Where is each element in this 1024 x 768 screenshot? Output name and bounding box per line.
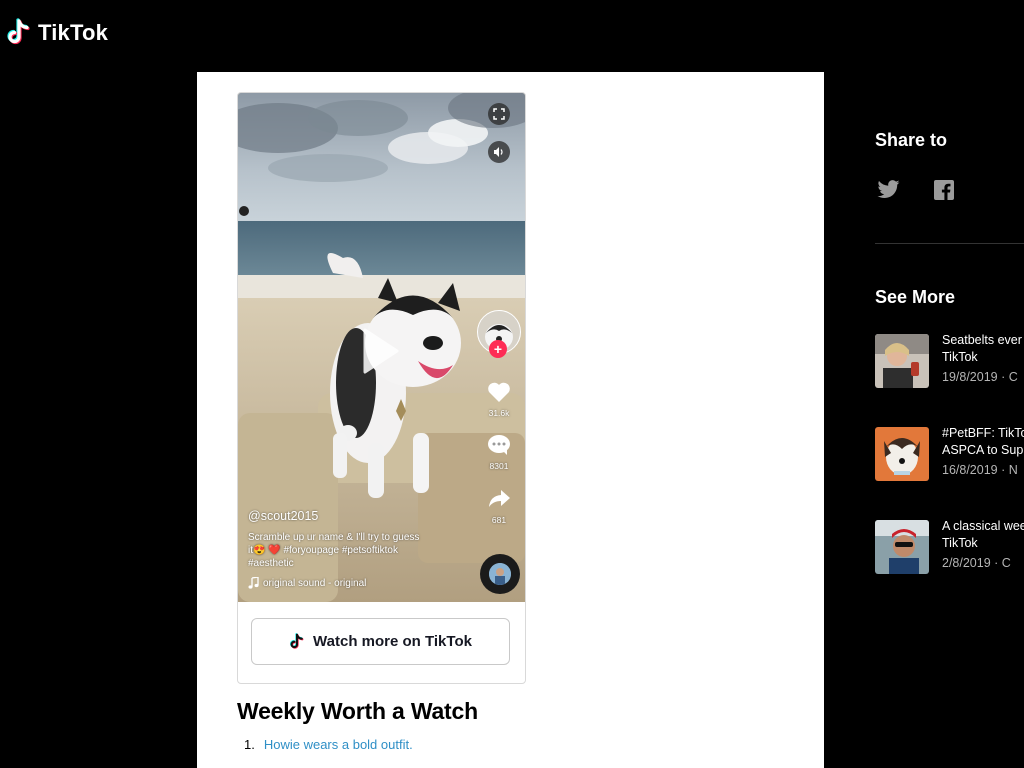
see-more-thumbnail	[875, 427, 929, 481]
see-more-item[interactable]: A classical wee TikTok 2/8/2019 · C	[875, 519, 1024, 580]
tiktok-small-icon	[290, 632, 304, 649]
sound-info[interactable]: original sound - original	[248, 577, 366, 589]
watch-more-label: Watch more on TikTok	[313, 633, 472, 650]
comment-count: 8301	[489, 461, 509, 471]
like-count: 31.6k	[488, 408, 510, 418]
music-disc[interactable]	[480, 554, 520, 594]
sound-label: original sound - original	[263, 577, 367, 589]
list-number: 1.	[244, 737, 255, 752]
twitter-icon[interactable]	[876, 180, 901, 200]
play-icon[interactable]	[362, 327, 400, 375]
music-disc-image	[489, 563, 511, 585]
comment-action[interactable]: 8301	[482, 434, 516, 471]
fullscreen-icon	[493, 108, 505, 120]
see-more-date: 19/8/2019 · C	[942, 370, 1018, 384]
caption-line: Scramble up ur name & I'll try to guess	[248, 532, 420, 543]
list-item: 1. Howie wears a bold outfit.	[244, 737, 413, 752]
tiktok-logo-icon	[7, 18, 30, 45]
share-count: 681	[491, 515, 507, 525]
like-action[interactable]: 31.6k	[482, 381, 516, 418]
share-heading: Share to	[875, 130, 948, 150]
see-more-date: 16/8/2019 · N	[942, 463, 1018, 477]
disc-photo	[489, 563, 511, 585]
caption-line: #aesthetic	[248, 558, 294, 569]
fullscreen-button[interactable]	[488, 103, 510, 125]
see-more-heading: See More	[875, 287, 956, 307]
list-link[interactable]: Howie wears a bold outfit.	[264, 737, 413, 752]
thumbnail-image	[875, 520, 929, 574]
heart-icon	[488, 382, 510, 402]
tiktok-embed: + 31.6k 8301 681 @scout2015 Scramble up …	[237, 92, 526, 684]
see-more-title: Seatbelts ever TikTok	[942, 333, 1022, 364]
share-icon	[489, 490, 510, 507]
logo-text: TikTok	[38, 20, 109, 45]
comment-icon	[488, 435, 510, 455]
see-more-item[interactable]: Seatbelts ever TikTok 19/8/2019 · C	[875, 333, 1024, 394]
follow-button[interactable]: +	[489, 340, 507, 358]
see-more-thumbnail	[875, 520, 929, 574]
video-frame[interactable]: + 31.6k 8301 681 @scout2015 Scramble up …	[238, 93, 525, 602]
volume-icon	[494, 147, 503, 157]
caption-line: it😍 ❤️ #foryoupage #petsoftiktok	[248, 545, 398, 556]
share-action[interactable]: 681	[482, 488, 516, 525]
see-more-date: 2/8/2019 · C	[942, 556, 1011, 570]
see-more-thumbnail	[875, 334, 929, 388]
article-heading: Weekly Worth a Watch	[237, 698, 478, 724]
see-more-item[interactable]: #PetBFF: TikTo ASPCA to Supp 16/8/2019 ·…	[875, 426, 1024, 487]
facebook-icon[interactable]	[934, 180, 954, 200]
author-handle[interactable]: @scout2015	[248, 509, 318, 523]
see-more-title: A classical wee TikTok	[942, 519, 1024, 550]
see-more-title: #PetBFF: TikTo ASPCA to Supp	[942, 426, 1024, 457]
music-note-icon	[248, 577, 259, 589]
sidebar-divider	[875, 243, 1024, 244]
watch-more-button[interactable]: Watch more on TikTok	[251, 618, 510, 665]
video-caption: Scramble up ur name & I'll try to guess …	[248, 531, 453, 570]
volume-button[interactable]	[488, 141, 510, 163]
thumbnail-image	[875, 427, 929, 481]
thumbnail-image	[875, 334, 929, 388]
tiktok-logo[interactable]: TikTok	[6, 18, 108, 48]
